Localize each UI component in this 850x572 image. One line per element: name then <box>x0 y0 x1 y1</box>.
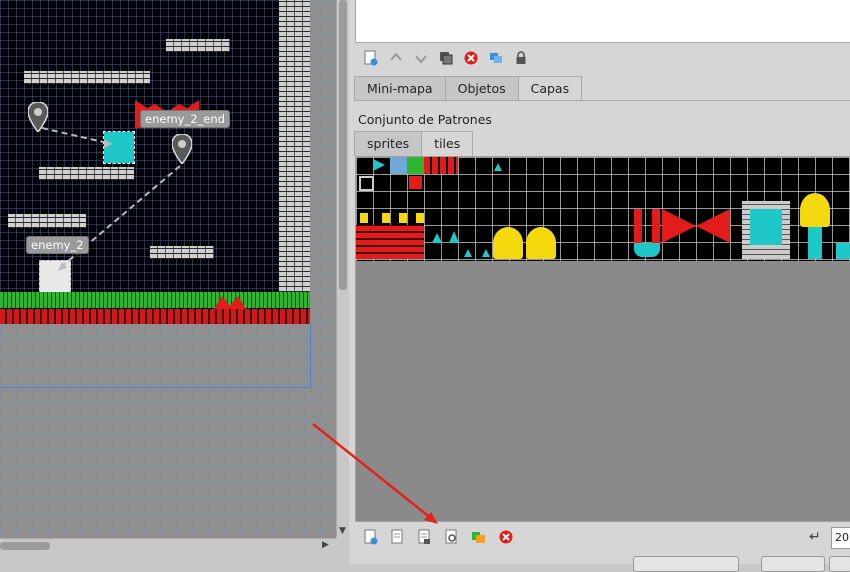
object-label-enemy-2-end[interactable]: enemy_2_end <box>140 110 230 128</box>
layers-toolbar <box>361 48 531 68</box>
lava-floor <box>0 309 310 324</box>
new-layer-icon[interactable] <box>361 48 381 68</box>
import-tileset-icon[interactable] <box>388 527 408 547</box>
panel-title: Conjunto de Patrones <box>358 112 492 127</box>
tile[interactable] <box>634 209 642 243</box>
tile[interactable] <box>482 249 490 257</box>
tileset-view[interactable] <box>355 156 850 522</box>
tile[interactable] <box>493 227 523 259</box>
tile[interactable] <box>808 227 822 259</box>
remove-icon[interactable] <box>461 48 481 68</box>
map-canvas[interactable]: enemy_2_end enemy_2 <box>0 0 336 538</box>
tab-objetos[interactable]: Objetos <box>444 76 519 101</box>
tileset-tabs: sprites tiles <box>354 131 474 156</box>
properties-view <box>355 0 850 43</box>
bottom-button[interactable] <box>829 556 850 572</box>
show-hide-icon[interactable] <box>486 48 506 68</box>
tile[interactable] <box>373 159 385 171</box>
enter-icon[interactable]: ↵ <box>809 529 821 545</box>
tile[interactable] <box>526 227 556 259</box>
remove-tileset-icon[interactable] <box>496 527 516 547</box>
tile[interactable] <box>662 209 730 243</box>
right-dock-panel: Mini-mapa Objetos Capas Conjunto de Patr… <box>349 0 850 572</box>
tab-mini-mapa[interactable]: Mini-mapa <box>354 76 446 101</box>
tile[interactable] <box>836 243 850 259</box>
tab-tiles[interactable]: tiles <box>421 131 474 156</box>
edit-tileset-icon[interactable] <box>442 527 462 547</box>
scrollbar-thumb[interactable] <box>0 542 50 550</box>
zoom-input[interactable]: 20 <box>831 527 850 549</box>
tile[interactable] <box>360 213 368 223</box>
tile[interactable] <box>449 231 459 243</box>
tile[interactable] <box>494 163 502 171</box>
tab-sprites[interactable]: sprites <box>354 131 423 156</box>
scroll-down-icon[interactable]: ▼ <box>339 526 346 536</box>
tile[interactable] <box>432 233 442 243</box>
scrollbar-thumb[interactable] <box>339 0 347 290</box>
map-vertical-scrollbar[interactable]: ▼ <box>336 0 349 538</box>
tile[interactable] <box>652 209 660 243</box>
move-up-icon[interactable] <box>386 48 406 68</box>
tile[interactable] <box>407 157 424 174</box>
level-boundary <box>0 387 310 388</box>
dock-separator <box>354 100 850 101</box>
tileset-image[interactable] <box>356 157 850 261</box>
dock-tabs: Mini-mapa Objetos Capas <box>354 76 583 101</box>
lock-icon[interactable] <box>511 48 531 68</box>
tile[interactable] <box>359 176 374 191</box>
tile[interactable] <box>409 176 422 189</box>
location-pin-icon[interactable] <box>172 134 192 164</box>
tile[interactable] <box>390 157 407 174</box>
tile[interactable] <box>424 157 458 174</box>
tileset-toolbar <box>361 527 516 547</box>
tile[interactable] <box>464 249 472 257</box>
bottom-button[interactable] <box>633 556 739 572</box>
tile[interactable] <box>750 209 782 245</box>
level-boundary <box>310 324 311 388</box>
export-tileset-icon[interactable] <box>415 527 435 547</box>
duplicate-icon[interactable] <box>436 48 456 68</box>
tile[interactable] <box>399 213 407 223</box>
tile[interactable] <box>416 213 424 223</box>
tile[interactable] <box>356 225 424 259</box>
tile[interactable] <box>634 243 660 257</box>
move-down-icon[interactable] <box>411 48 431 68</box>
scroll-right-icon[interactable]: ▶ <box>322 540 329 550</box>
object-label-enemy-2[interactable]: enemy_2 <box>26 236 89 254</box>
tab-capas[interactable]: Capas <box>517 76 583 101</box>
map-horizontal-scrollbar[interactable]: ▶ <box>0 538 336 553</box>
bottom-button[interactable] <box>761 556 825 572</box>
tile[interactable] <box>382 213 390 223</box>
tileset-properties-icon[interactable] <box>469 527 489 547</box>
tile[interactable] <box>800 193 830 227</box>
new-tileset-icon[interactable] <box>361 527 381 547</box>
enemy-path <box>41 127 181 271</box>
location-pin-icon[interactable] <box>28 102 48 132</box>
